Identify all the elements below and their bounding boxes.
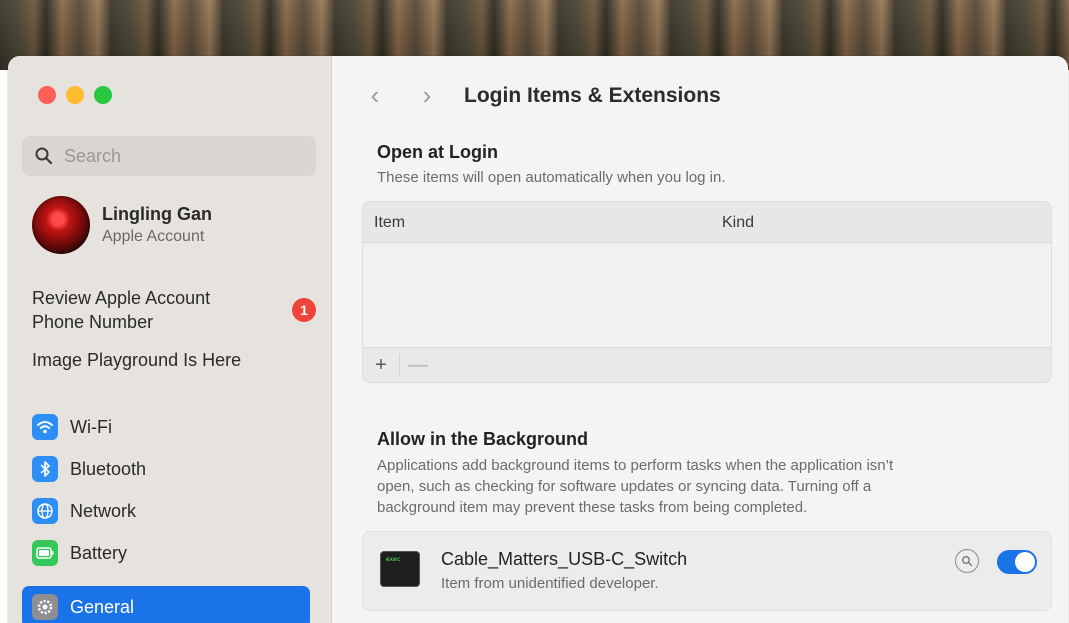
sidebar-nav: Wi-Fi Bluetooth Network Battery General — [22, 406, 316, 623]
background-item-name: Cable_Matters_USB-C_Switch — [441, 549, 688, 569]
add-item-button[interactable]: + — [363, 354, 399, 377]
search-icon — [35, 147, 53, 165]
account-subtitle: Apple Account — [102, 228, 205, 245]
wifi-icon — [32, 414, 58, 440]
window-controls — [38, 86, 112, 104]
background-heading: Allow in the Background — [377, 429, 589, 449]
globe-icon — [32, 498, 58, 524]
sidebar-item-wifi[interactable]: Wi-Fi — [32, 406, 316, 448]
toolbar: ‹ › Login Items & Extensions — [360, 80, 721, 111]
sidebar-item-network[interactable]: Network — [32, 490, 316, 532]
terminal-exec-icon: exec — [381, 552, 419, 586]
open-at-login-heading: Open at Login — [377, 142, 498, 162]
review-phone-notice[interactable]: Review Apple Account Phone Number 1 — [32, 286, 316, 334]
settings-window: Search Lingling Gan Apple Account Review… — [8, 56, 1068, 623]
exec-label: exec — [386, 556, 401, 563]
notification-badge: 1 — [292, 298, 316, 322]
info-magnifier-button[interactable] — [955, 549, 979, 573]
table-footer: + — — [363, 347, 1051, 382]
notice-label: Image Playground Is Here — [32, 350, 242, 370]
sidebar-item-label: General — [70, 596, 135, 617]
apple-account[interactable]: Lingling Gan Apple Account — [32, 196, 212, 254]
bluetooth-icon — [32, 456, 58, 482]
column-header-item[interactable]: Item — [374, 214, 405, 232]
description-line: open, such as checking for software upda… — [377, 478, 872, 495]
login-items-table: Item Kind + — — [362, 201, 1052, 383]
description-line: background item may prevent these tasks … — [377, 499, 808, 516]
gear-icon — [32, 594, 58, 620]
sidebar-item-battery[interactable]: Battery — [32, 532, 316, 574]
main-pane: ‹ › Login Items & Extensions Open at Log… — [332, 56, 1068, 623]
open-at-login-description: These items will open automatically when… — [377, 169, 726, 186]
background-item-subtitle: Item from unidentified developer. — [441, 575, 659, 592]
sidebar-item-label: Bluetooth — [70, 458, 147, 479]
sidebar: Search Lingling Gan Apple Account Review… — [8, 56, 332, 623]
column-header-kind[interactable]: Kind — [722, 214, 754, 232]
notice-line-2: Phone Number — [32, 312, 154, 332]
description-line: Applications add background items to per… — [377, 457, 894, 474]
zoom-button[interactable] — [94, 86, 112, 104]
search-placeholder: Search — [64, 145, 122, 166]
background-description: Applications add background items to per… — [377, 455, 893, 518]
background-item-row: exec Cable_Matters_USB-C_Switch Item fro… — [362, 531, 1052, 611]
image-playground-notice[interactable]: Image Playground Is Here — [32, 348, 316, 372]
forward-button[interactable]: › — [412, 80, 442, 111]
back-button[interactable]: ‹ — [360, 80, 390, 111]
background-item-toggle[interactable] — [997, 550, 1037, 574]
sidebar-item-label: Wi-Fi — [70, 416, 112, 437]
battery-icon — [32, 540, 58, 566]
sidebar-item-label: Network — [70, 500, 137, 521]
remove-item-button[interactable]: — — [399, 354, 436, 377]
magnifier-icon — [962, 556, 973, 567]
table-body[interactable] — [363, 243, 1051, 347]
close-button[interactable] — [38, 86, 56, 104]
sidebar-item-bluetooth[interactable]: Bluetooth — [32, 448, 316, 490]
avatar — [32, 196, 90, 254]
search-input[interactable]: Search — [22, 136, 316, 176]
sidebar-item-label: Battery — [70, 542, 128, 563]
table-header: Item Kind — [363, 202, 1051, 243]
page-title: Login Items & Extensions — [464, 83, 721, 107]
minimize-button[interactable] — [66, 86, 84, 104]
account-name: Lingling Gan — [102, 204, 212, 224]
notice-line-1: Review Apple Account — [32, 288, 211, 308]
sidebar-item-general[interactable]: General — [22, 586, 310, 623]
